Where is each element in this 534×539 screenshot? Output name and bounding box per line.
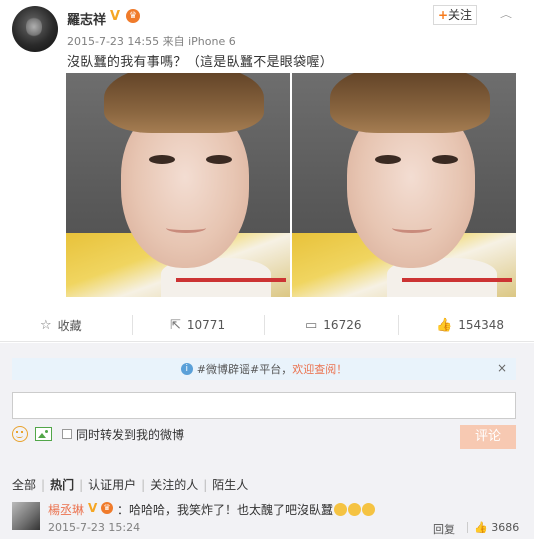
filter-hot[interactable]: 热门	[50, 478, 74, 492]
info-icon: i	[180, 363, 193, 375]
thumbs-up-icon: 👍	[436, 317, 453, 333]
comment-body: ：哈哈哈，我笑炸了！也太醜了吧沒臥蠶	[117, 503, 334, 517]
laughing-emoji-icon	[348, 503, 362, 516]
verified-icon: V	[110, 9, 121, 24]
filter-verified[interactable]: 认证用户	[88, 478, 136, 492]
commenter-avatar[interactable]	[12, 502, 40, 530]
post-timestamp[interactable]: 2015-7-23 14:55	[67, 35, 159, 48]
like-count: 154348	[458, 318, 504, 332]
submit-comment-button[interactable]: 评论	[460, 425, 516, 449]
favorite-button[interactable]: ☆ 收藏	[40, 310, 82, 340]
image-icon[interactable]	[35, 427, 52, 441]
filter-following[interactable]: 关注的人	[150, 478, 198, 492]
comment-icon: ▭	[305, 317, 318, 333]
comment-like-button[interactable]: 👍 3686	[474, 521, 519, 534]
rumor-notice: i #微博辟谣#平台， 欢迎查阅！	[12, 358, 516, 380]
comment-count: 16726	[323, 318, 362, 332]
post-text: 沒臥蠶的我有事嗎？（這是臥蠶不是眼袋喔）	[67, 55, 334, 70]
thumbs-up-icon: 👍	[474, 521, 488, 534]
post-photo-2[interactable]	[292, 73, 516, 297]
divider	[0, 341, 534, 342]
plus-icon: +	[437, 8, 449, 22]
comment-text: ：哈哈哈，我笑炸了！也太醜了吧沒臥蠶	[117, 501, 376, 518]
comment-button[interactable]: ▭ 16726	[305, 310, 361, 340]
comment-like-count: 3686	[491, 521, 520, 534]
filter-all[interactable]: 全部	[12, 478, 36, 492]
post-photo-1[interactable]	[66, 73, 290, 297]
repost-checkbox[interactable]	[62, 429, 72, 439]
post-meta: 2015-7-23 14:55 来自 iPhone 6	[67, 33, 236, 49]
commenter-name[interactable]: 楊丞琳	[48, 501, 84, 518]
emoji-icon[interactable]	[12, 426, 28, 442]
filter-strangers[interactable]: 陌生人	[212, 478, 248, 492]
laughing-emoji-icon	[362, 503, 376, 516]
repost-checkbox-label[interactable]: 同时转发到我的微博	[76, 426, 184, 443]
vip-crown-icon: ♛	[101, 502, 113, 514]
reply-button[interactable]: 回复	[433, 521, 455, 537]
verified-icon: V	[88, 501, 98, 515]
author-name[interactable]: 羅志祥	[67, 9, 106, 28]
star-icon: ☆	[40, 317, 52, 333]
follow-button[interactable]: +关注	[433, 5, 477, 25]
comment-input[interactable]	[12, 392, 516, 419]
chevron-down-icon[interactable]: ︿	[500, 9, 512, 21]
comment-filter-tabs: 全部 | 热门 | 认证用户 | 关注的人 | 陌生人	[12, 478, 249, 492]
divider	[467, 522, 468, 533]
notice-hashtag[interactable]: #微博辟谣#平台，	[197, 361, 292, 377]
close-icon[interactable]: ×	[497, 361, 507, 375]
laughing-emoji-icon	[334, 503, 348, 516]
repost-count: 10771	[186, 318, 226, 332]
author-avatar[interactable]	[12, 6, 58, 52]
repost-icon: ⇱	[170, 317, 181, 333]
repost-button[interactable]: ⇱ 10771	[170, 310, 225, 340]
favorite-label: 收藏	[57, 318, 82, 333]
post-source: 来自 iPhone 6	[162, 35, 236, 48]
comment-time: 2015-7-23 15:24	[48, 521, 141, 534]
action-bar: ☆ 收藏 ⇱ 10771 ▭ 16726 👍 154348	[0, 310, 534, 340]
notice-welcome: 欢迎查阅！	[292, 363, 348, 376]
like-button[interactable]: 👍 154348	[436, 310, 504, 340]
vip-crown-icon: ♛	[126, 9, 140, 23]
follow-label: 关注	[448, 8, 473, 22]
